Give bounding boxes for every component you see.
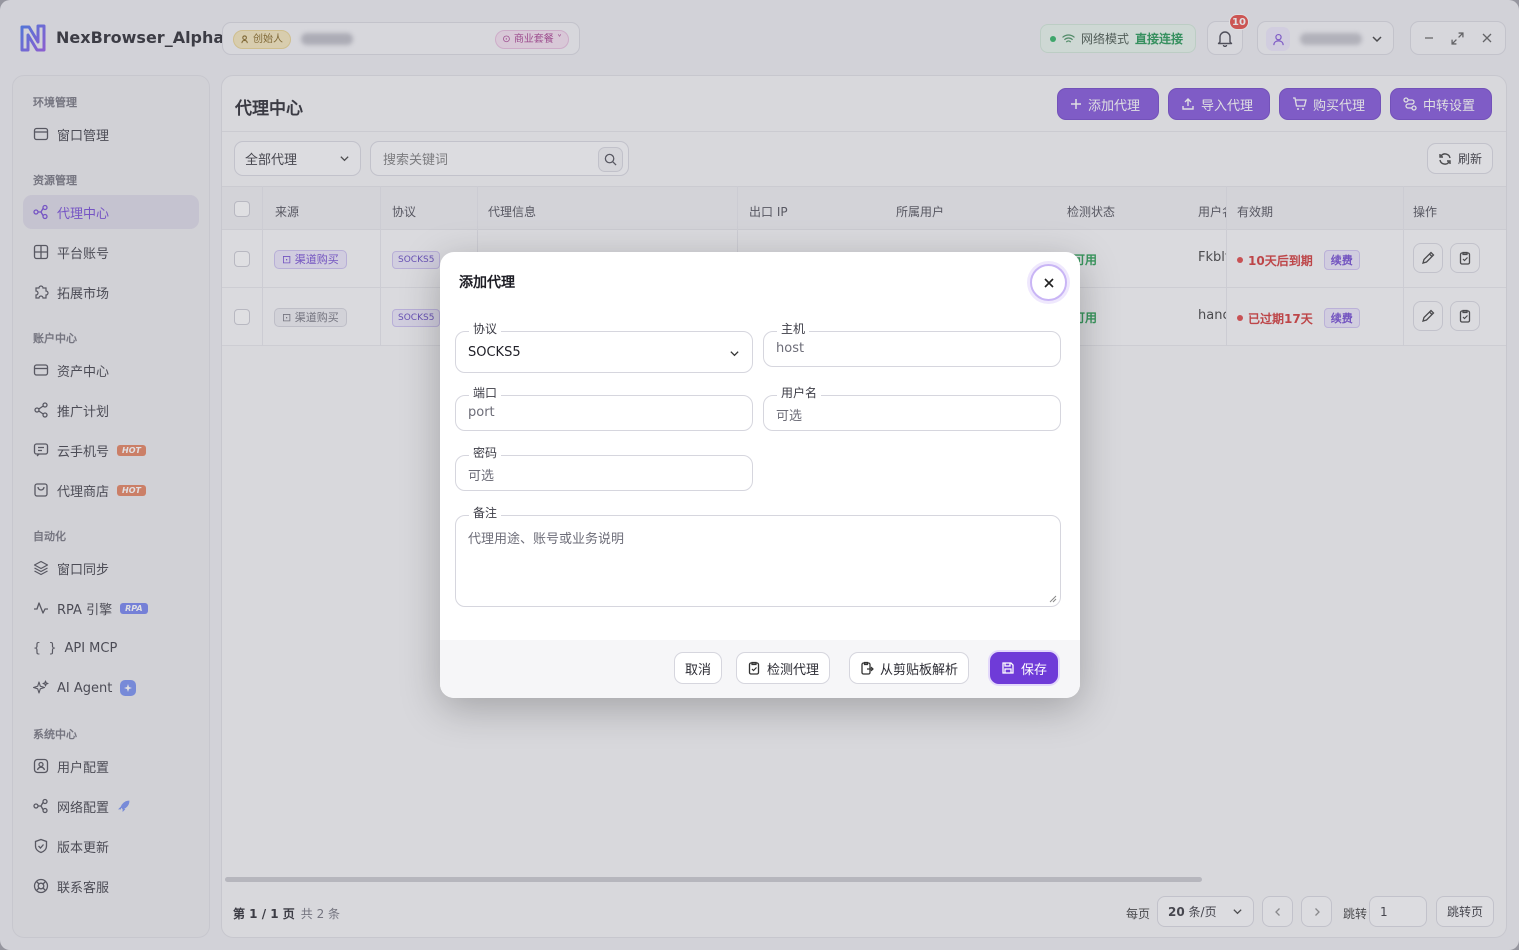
clipboard-paste-icon (861, 661, 874, 675)
save-button[interactable]: 保存 (990, 652, 1059, 684)
dialog-footer: 取消 检测代理 从剪贴板解析 保存 (440, 640, 1080, 698)
port-label: 端口 (469, 384, 502, 401)
port-placeholder: port (468, 405, 495, 420)
check-proxy-button[interactable]: 检测代理 (736, 652, 831, 684)
protocol-label: 协议 (469, 320, 502, 337)
password-placeholder: 可选 (468, 469, 495, 484)
chevron-down-icon (730, 351, 739, 357)
protocol-select-value: SOCKS5 (468, 345, 521, 360)
username-placeholder: 可选 (776, 409, 803, 424)
close-icon (1043, 277, 1054, 288)
cancel-label: 取消 (685, 662, 712, 678)
host-placeholder: host (776, 341, 805, 356)
password-label: 密码 (469, 444, 502, 461)
dialog-title: 添加代理 (459, 275, 515, 291)
note-textarea[interactable]: 代理用途、账号或业务说明 (455, 515, 1061, 607)
host-label: 主机 (777, 320, 810, 337)
check-proxy-label: 检测代理 (767, 662, 820, 678)
note-label: 备注 (469, 504, 502, 521)
parse-clipboard-label: 从剪贴板解析 (880, 662, 959, 678)
cancel-button[interactable]: 取消 (674, 652, 723, 684)
username-label: 用户名 (777, 384, 822, 401)
dialog-close-button[interactable] (1030, 264, 1067, 301)
add-proxy-dialog: 添加代理 SOCKS5 协议 host 主机 port 端口 可选 用户名 可选… (440, 252, 1080, 698)
protocol-select[interactable]: SOCKS5 (455, 331, 753, 373)
clipboard-check-icon (748, 661, 760, 675)
note-placeholder: 代理用途、账号或业务说明 (468, 532, 625, 547)
resize-handle-icon[interactable] (1049, 595, 1057, 603)
save-label: 保存 (1021, 662, 1048, 678)
parse-clipboard-button[interactable]: 从剪贴板解析 (849, 652, 970, 684)
save-icon (1002, 662, 1014, 674)
